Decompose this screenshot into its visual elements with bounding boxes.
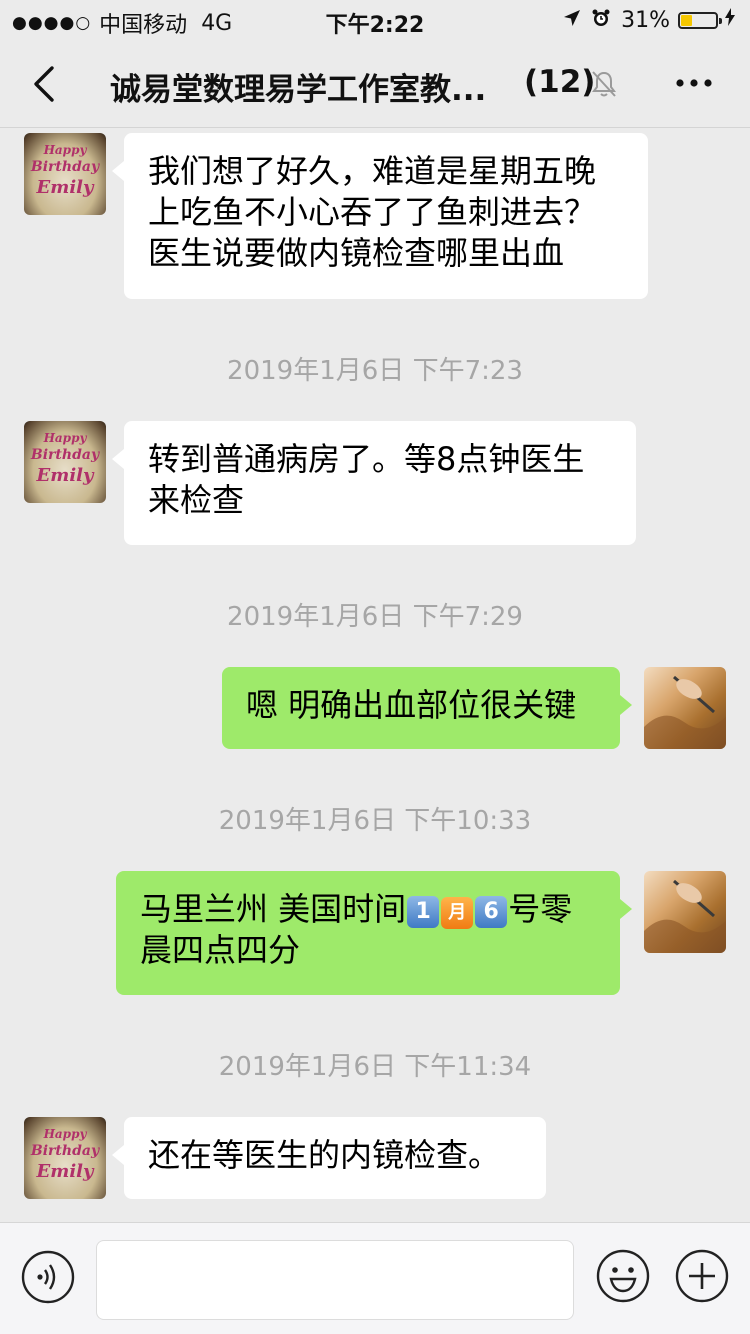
- cake-avatar[interactable]: Happy Birthday Emily: [24, 1117, 106, 1199]
- avatar-text: Birthday: [30, 447, 100, 463]
- battery-icon: [678, 11, 722, 29]
- more-button[interactable]: [672, 68, 716, 98]
- message-text: 马里兰州 美国时间: [140, 890, 407, 928]
- charging-icon: [724, 7, 736, 33]
- avatar-text: Emily: [36, 1161, 94, 1182]
- location-arrow-icon: [563, 8, 581, 32]
- more-functions-button[interactable]: [674, 1248, 730, 1304]
- avatar-text: Birthday: [30, 159, 100, 175]
- battery-percent: 31%: [621, 7, 670, 33]
- avatar-text: Emily: [36, 465, 94, 486]
- message-bubble[interactable]: 我们想了好久，难道是星期五晚上吃鱼不小心吞了了鱼刺进去？医生说要做内镜检查哪里出…: [112, 133, 648, 299]
- alarm-clock-icon: [591, 8, 611, 33]
- carving-avatar[interactable]: [644, 667, 726, 749]
- carving-avatar-image: [644, 879, 726, 953]
- message-timestamp: 2019年1月6日 下午10:33: [218, 806, 532, 836]
- message-bubble[interactable]: 嗯 明确出血部位很关键: [222, 667, 632, 749]
- avatar-text: Happy: [43, 143, 87, 157]
- battery-fill: [681, 14, 693, 26]
- avatar-text: Birthday: [30, 1143, 100, 1159]
- back-chevron-icon: [34, 66, 54, 102]
- carving-avatar[interactable]: [644, 871, 726, 953]
- keycap-digit: 1: [407, 896, 440, 928]
- chat-header: 诚易堂数理易学工作室教... (12): [0, 40, 750, 128]
- cake-avatar[interactable]: Happy Birthday Emily: [24, 421, 106, 503]
- message-timestamp: 2019年1月6日 下午11:34: [218, 1052, 532, 1082]
- message-timestamp: 2019年1月6日 下午7:29: [227, 602, 523, 632]
- more-dots-icon: [676, 79, 712, 87]
- message-bubble[interactable]: 还在等医生的内镜检查。: [112, 1117, 546, 1199]
- status-bar: ●●●●○ 中国移动 4G 下午2:22 31%: [0, 0, 750, 40]
- message-timestamp: 2019年1月6日 下午7:23: [227, 356, 523, 386]
- keycap-digit: 6: [475, 896, 508, 928]
- emoji-button[interactable]: [595, 1248, 651, 1304]
- voice-button[interactable]: [21, 1250, 75, 1304]
- carving-avatar-image: [644, 675, 726, 749]
- voice-icon: [21, 1250, 75, 1304]
- avatar-text: Happy: [43, 431, 87, 445]
- chat-title: 诚易堂数理易学工作室教...: [110, 72, 487, 108]
- avatar-text: Happy: [43, 1127, 87, 1141]
- message-input[interactable]: [96, 1240, 574, 1320]
- emoji-icon: [596, 1249, 650, 1303]
- chat-input-bar: [0, 1222, 750, 1334]
- mute-bell-icon: [590, 69, 618, 99]
- cake-avatar[interactable]: Happy Birthday Emily: [24, 133, 106, 215]
- message-bubble[interactable]: 马里兰州 美国时间 1 月 6 号零晨四点四分: [116, 871, 632, 995]
- month-emoji: 月: [441, 897, 474, 929]
- message-bubble[interactable]: 转到普通病房了。等8点钟医生来检查: [112, 421, 636, 545]
- member-count: (12): [524, 64, 596, 100]
- back-button[interactable]: [28, 62, 62, 106]
- status-right: 31%: [563, 7, 736, 33]
- avatar-text: Emily: [36, 177, 94, 198]
- plus-icon: [675, 1249, 729, 1303]
